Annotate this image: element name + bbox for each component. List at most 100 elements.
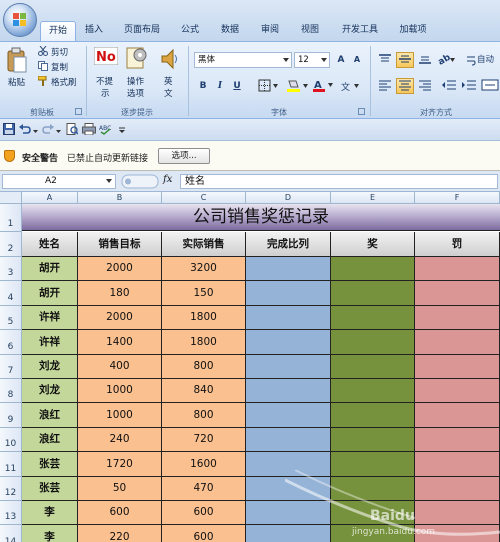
align-bottom-button[interactable] xyxy=(416,52,434,68)
name-cell[interactable]: 张芸 xyxy=(22,477,78,501)
ratio-cell[interactable] xyxy=(246,428,331,452)
actual-cell[interactable]: 3200 xyxy=(162,257,246,281)
italic-button[interactable]: I xyxy=(213,78,227,94)
row-header[interactable]: 8 xyxy=(0,379,22,403)
tab-home[interactable]: 开始 xyxy=(40,21,76,41)
target-cell[interactable]: 1000 xyxy=(78,403,162,428)
bold-button[interactable]: B xyxy=(196,78,210,94)
shrink-font-button[interactable]: A xyxy=(350,52,364,68)
reward-cell[interactable] xyxy=(331,452,415,477)
english-label-2[interactable]: 文 xyxy=(164,87,173,99)
target-cell[interactable]: 2000 xyxy=(78,257,162,281)
tab-review[interactable]: 审阅 xyxy=(256,21,284,41)
row-header[interactable]: 10 xyxy=(0,428,22,452)
name-cell[interactable]: 胡开 xyxy=(22,257,78,281)
name-cell[interactable]: 李 xyxy=(22,525,78,542)
actual-cell[interactable]: 150 xyxy=(162,281,246,306)
row-header[interactable]: 4 xyxy=(0,281,22,306)
header-cell-ratio[interactable]: 完成比列 xyxy=(246,232,331,257)
name-cell[interactable]: 刘龙 xyxy=(22,355,78,379)
ratio-cell[interactable] xyxy=(246,452,331,477)
column-header-a[interactable]: A xyxy=(22,192,78,204)
column-header-e[interactable]: E xyxy=(331,192,415,204)
font-size-select[interactable]: 12 xyxy=(294,52,330,68)
actual-cell[interactable]: 1800 xyxy=(162,330,246,355)
header-cell-actual[interactable]: 实际销售 xyxy=(162,232,246,257)
undo-icon[interactable] xyxy=(19,123,31,135)
actual-cell[interactable]: 800 xyxy=(162,403,246,428)
borders-icon[interactable] xyxy=(258,79,280,93)
penalty-cell[interactable] xyxy=(415,403,500,428)
name-cell[interactable]: 李 xyxy=(22,501,78,525)
name-cell[interactable]: 浪红 xyxy=(22,403,78,428)
column-header-b[interactable]: B xyxy=(78,192,162,204)
font-name-select[interactable]: 黑体 xyxy=(194,52,292,68)
copy-icon[interactable] xyxy=(38,61,48,71)
clipboard-launcher-icon[interactable] xyxy=(75,108,82,115)
cut-label[interactable]: 剪切 xyxy=(51,46,68,58)
security-options-button[interactable]: 选项... xyxy=(158,148,210,164)
formula-input[interactable]: 姓名 xyxy=(180,174,498,189)
underline-button[interactable]: U xyxy=(230,78,244,94)
wrap-text-button[interactable]: 自动 xyxy=(464,52,500,68)
target-cell[interactable]: 1720 xyxy=(78,452,162,477)
orientation-button[interactable]: ab xyxy=(436,52,458,68)
reward-cell[interactable] xyxy=(331,477,415,501)
format-painter-label[interactable]: 格式刷 xyxy=(51,76,77,88)
header-cell-reward[interactable]: 奖 xyxy=(331,232,415,257)
name-cell[interactable]: 刘龙 xyxy=(22,379,78,403)
spelling-icon[interactable]: ABC xyxy=(99,123,111,135)
scissors-icon[interactable] xyxy=(38,45,48,56)
no-prompt-icon[interactable]: No xyxy=(93,46,119,66)
target-cell[interactable]: 220 xyxy=(78,525,162,542)
header-cell-penalty[interactable]: 罚 xyxy=(415,232,500,257)
align-middle-button[interactable] xyxy=(396,52,414,68)
header-cell-name[interactable]: 姓名 xyxy=(22,232,78,257)
target-cell[interactable]: 50 xyxy=(78,477,162,501)
quick-print-icon[interactable] xyxy=(82,123,96,136)
decrease-indent-button[interactable] xyxy=(440,78,458,94)
format-painter-icon[interactable] xyxy=(37,75,48,86)
align-right-button[interactable] xyxy=(416,78,434,94)
target-cell[interactable]: 240 xyxy=(78,428,162,452)
name-cell[interactable]: 许祥 xyxy=(22,306,78,330)
penalty-cell[interactable] xyxy=(415,355,500,379)
insert-function-icon[interactable]: fx xyxy=(163,174,172,185)
ratio-cell[interactable] xyxy=(246,330,331,355)
paste-label[interactable]: 粘贴 xyxy=(8,76,25,88)
tab-formulas[interactable]: 公式 xyxy=(176,21,204,41)
ratio-cell[interactable] xyxy=(246,306,331,330)
merge-center-button[interactable] xyxy=(480,78,500,94)
actual-cell[interactable]: 720 xyxy=(162,428,246,452)
actual-cell[interactable]: 1800 xyxy=(162,306,246,330)
save-icon[interactable] xyxy=(3,123,15,135)
font-launcher-icon[interactable] xyxy=(358,108,365,115)
chevron-down-icon[interactable] xyxy=(56,127,61,133)
name-cell[interactable]: 张芸 xyxy=(22,452,78,477)
no-prompt-label-2[interactable]: 示 xyxy=(101,87,110,99)
actual-cell[interactable]: 840 xyxy=(162,379,246,403)
header-cell-target[interactable]: 销售目标 xyxy=(78,232,162,257)
row-header[interactable]: 1 xyxy=(0,204,22,232)
reward-cell[interactable] xyxy=(331,281,415,306)
name-cell[interactable]: 许祥 xyxy=(22,330,78,355)
column-header-c[interactable]: C xyxy=(162,192,246,204)
penalty-cell[interactable] xyxy=(415,428,500,452)
ratio-cell[interactable] xyxy=(246,525,331,542)
name-cell[interactable]: 胡开 xyxy=(22,281,78,306)
row-header[interactable]: 11 xyxy=(0,452,22,477)
tab-view[interactable]: 视图 xyxy=(296,21,324,41)
tab-data[interactable]: 数据 xyxy=(216,21,244,41)
column-header-d[interactable]: D xyxy=(246,192,331,204)
row-header[interactable]: 5 xyxy=(0,306,22,330)
reward-cell[interactable] xyxy=(331,330,415,355)
ratio-cell[interactable] xyxy=(246,501,331,525)
align-left-button[interactable] xyxy=(376,78,394,94)
reward-cell[interactable] xyxy=(331,403,415,428)
no-prompt-label[interactable]: 不提 xyxy=(96,75,113,87)
action-options-label[interactable]: 操作 xyxy=(127,75,144,87)
paste-icon[interactable] xyxy=(6,47,28,75)
row-header[interactable]: 9 xyxy=(0,403,22,428)
reward-cell[interactable] xyxy=(331,379,415,403)
fill-color-icon[interactable] xyxy=(286,79,310,93)
